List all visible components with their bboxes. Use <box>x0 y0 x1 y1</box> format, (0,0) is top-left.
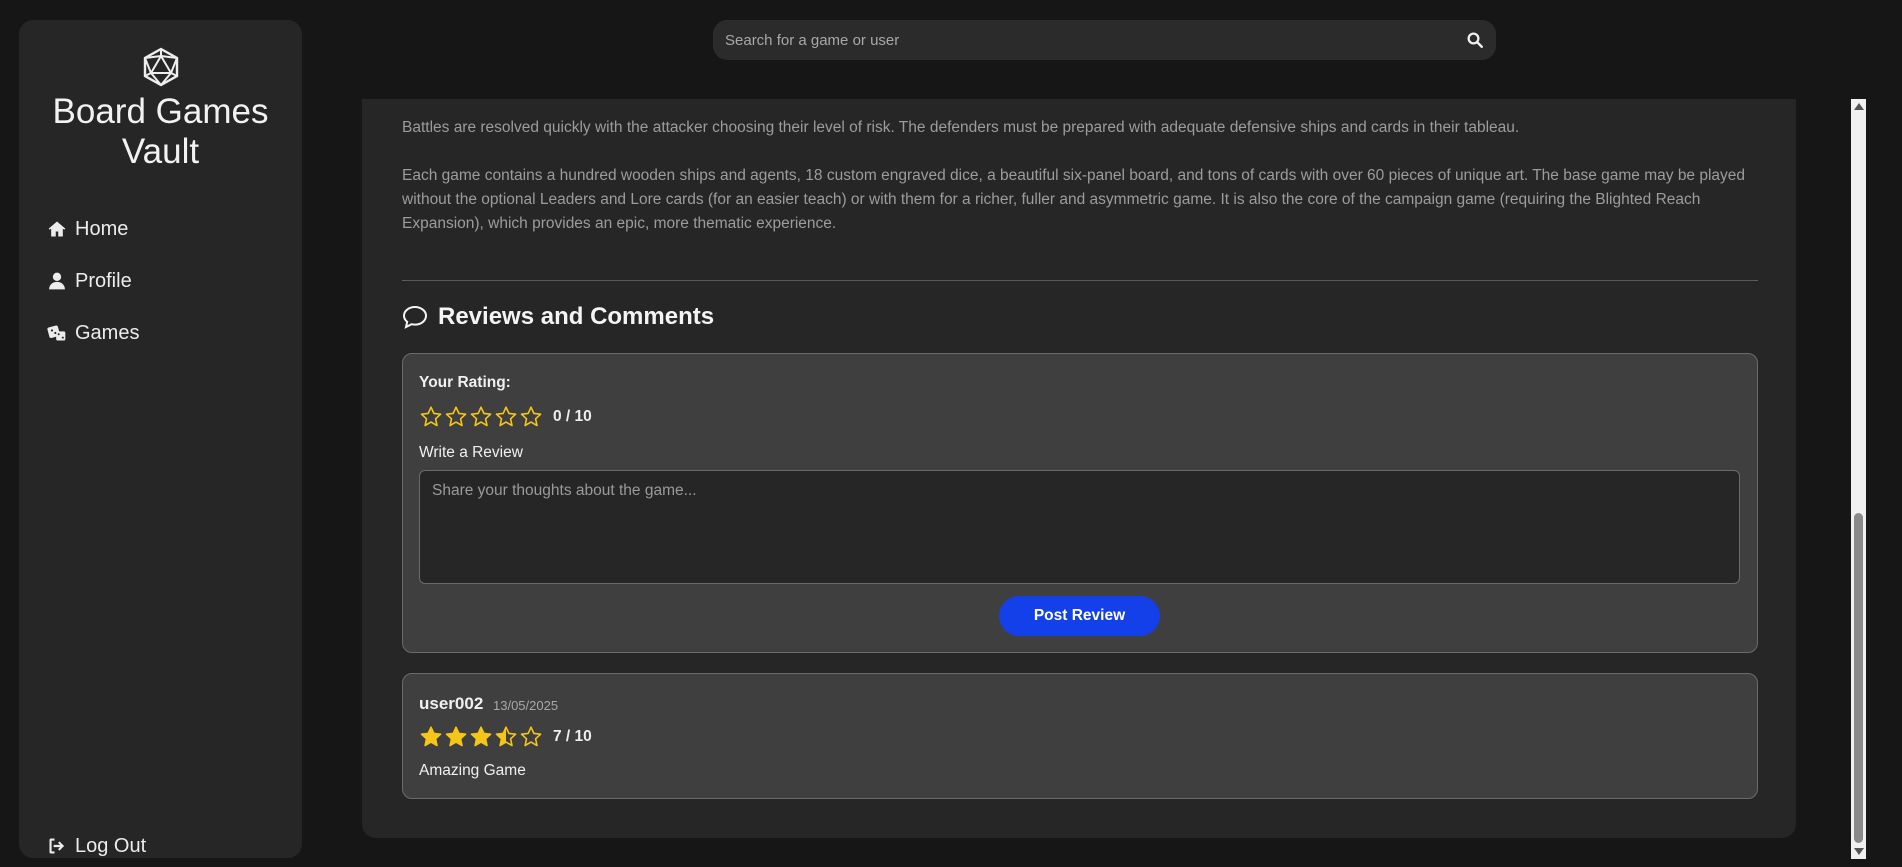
scrollbar[interactable] <box>1851 99 1866 859</box>
section-divider <box>402 280 1758 281</box>
logout-icon <box>49 838 65 854</box>
star-icon <box>445 726 467 747</box>
user-icon <box>49 272 65 290</box>
scroll-up-arrow-icon[interactable] <box>1854 103 1864 110</box>
nav-logout[interactable]: Log Out <box>47 831 146 861</box>
sidebar: Board Games Vault Home Profile Games Log… <box>19 20 302 858</box>
star-icon[interactable] <box>419 405 443 429</box>
review-rating: 7 / 10 <box>419 725 592 749</box>
review-score: 7 / 10 <box>553 728 592 745</box>
nav-games[interactable]: Games <box>47 318 139 348</box>
nav-profile[interactable]: Profile <box>47 266 132 296</box>
d20-dice-icon <box>143 47 179 87</box>
star-rating-display <box>419 725 543 749</box>
game-description-paragraph: Battles are resolved quickly with the at… <box>402 119 1520 136</box>
comment-icon <box>402 305 428 329</box>
star-icon <box>470 726 492 747</box>
star-icon <box>420 726 442 747</box>
search-bar <box>713 20 1496 60</box>
scroll-down-arrow-icon[interactable] <box>1854 848 1864 855</box>
rating-score: 0 / 10 <box>553 408 592 425</box>
star-icon[interactable] <box>469 405 493 429</box>
game-details-panel: Battles are resolved quickly with the at… <box>362 99 1796 838</box>
reviews-title: Reviews and Comments <box>438 303 715 330</box>
home-icon <box>48 221 66 237</box>
rating-label: Your Rating: <box>419 374 511 391</box>
review-text: Amazing Game <box>419 762 526 779</box>
search-input[interactable] <box>725 31 1466 49</box>
post-review-button[interactable]: Post Review <box>999 596 1160 636</box>
review-form: Your Rating: 0 / 10 Write a Review Post … <box>402 353 1758 653</box>
brand-title: Board Games Vault <box>52 92 269 171</box>
review-label: Write a Review <box>419 444 523 461</box>
star-icon <box>520 726 542 747</box>
nav-logout-label: Log Out <box>75 834 147 857</box>
review-item: user002 13/05/2025 7 / 10 Amazing Game <box>402 673 1758 799</box>
game-description-paragraph: Each game contains a hundred wooden ship… <box>402 167 1746 232</box>
rating-input: 0 / 10 <box>419 405 592 429</box>
dice-icon <box>47 325 66 341</box>
review-textarea[interactable] <box>419 470 1740 584</box>
nav-home[interactable]: Home <box>47 214 128 244</box>
scroll-thumb[interactable] <box>1854 513 1863 843</box>
reviews-heading: Reviews and Comments <box>402 303 714 331</box>
review-username[interactable]: user002 <box>419 694 483 714</box>
nav-profile-label: Profile <box>75 269 132 292</box>
review-date: 13/05/2025 <box>493 698 559 713</box>
nav-home-label: Home <box>75 217 129 240</box>
star-icon[interactable] <box>494 405 518 429</box>
star-icon[interactable] <box>444 405 468 429</box>
star-rating-input[interactable] <box>419 405 543 429</box>
star-icon[interactable] <box>519 405 543 429</box>
search-icon[interactable] <box>1466 31 1484 49</box>
nav-games-label: Games <box>75 321 140 344</box>
star-icon <box>495 726 517 747</box>
